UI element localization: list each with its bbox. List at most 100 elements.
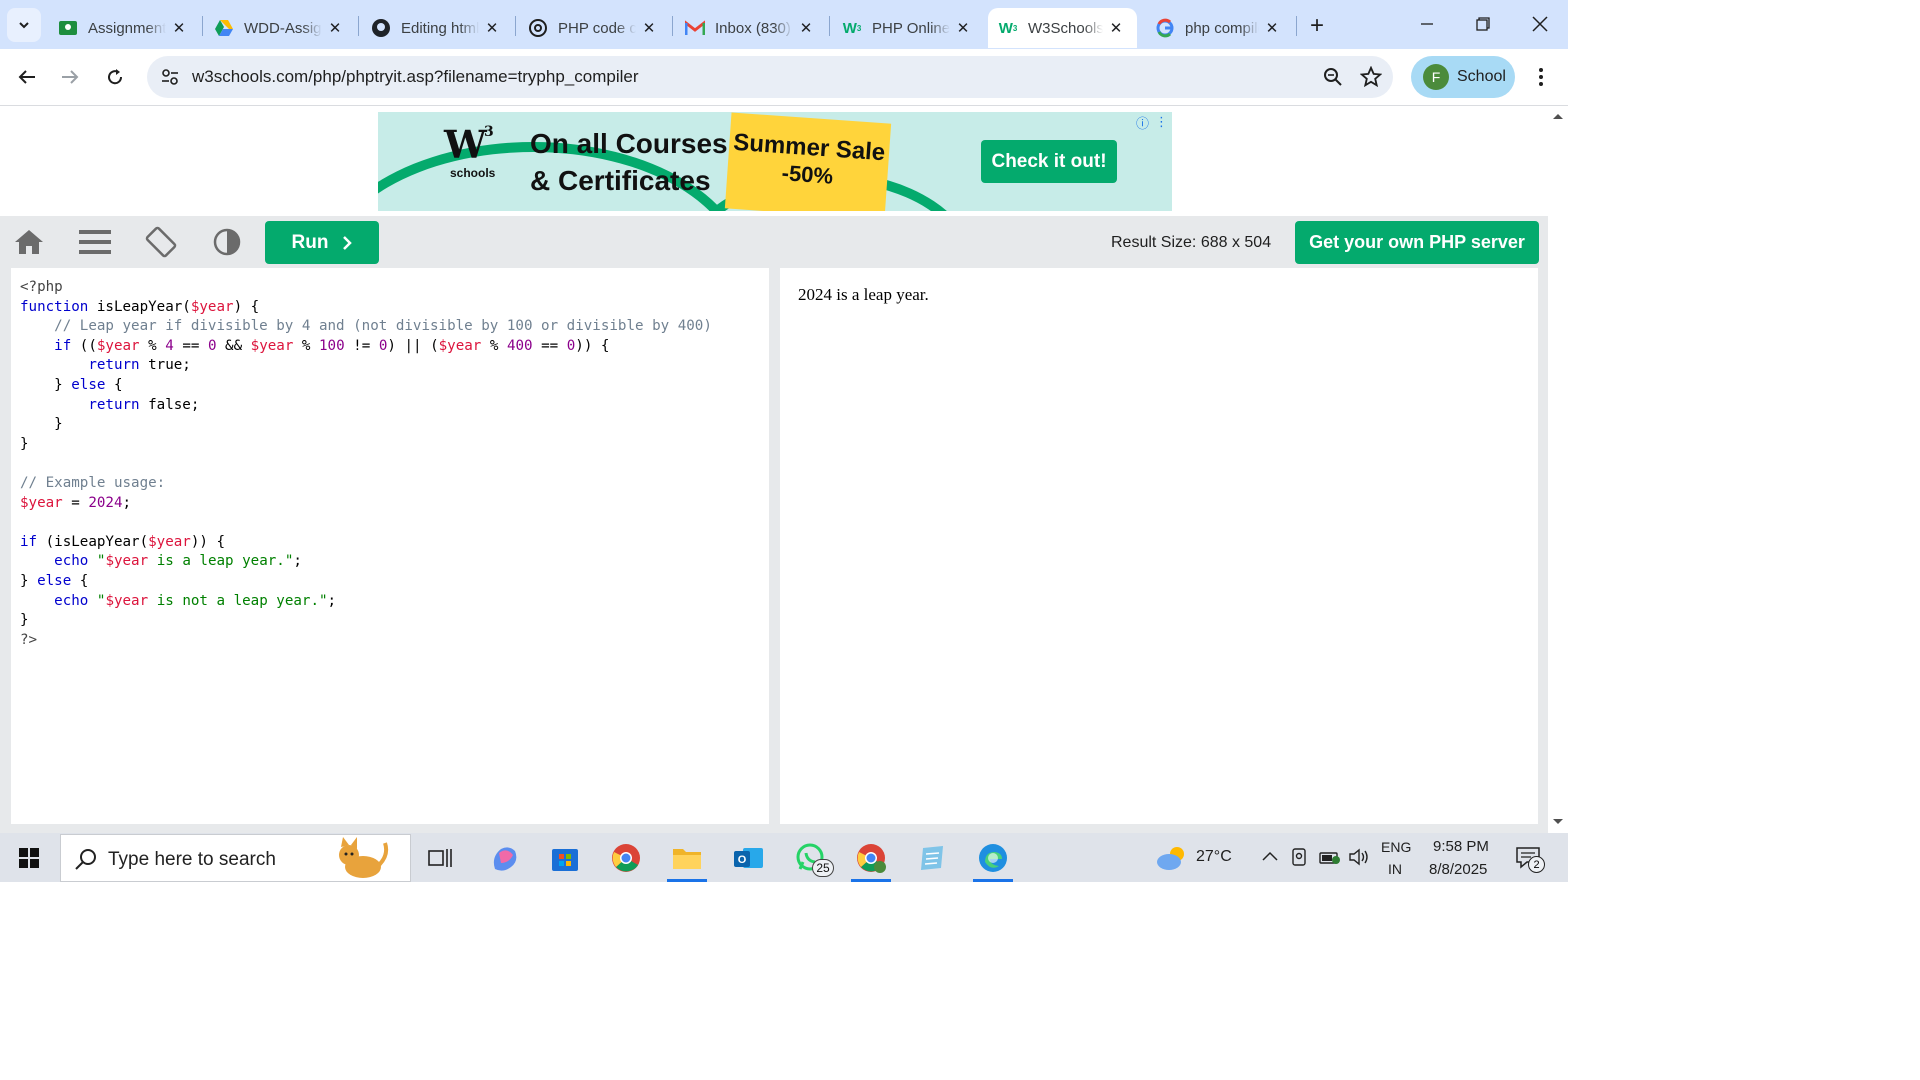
code-editor[interactable]: <?php function isLeapYear($year) { // Lea… — [11, 268, 769, 824]
notepad-button[interactable] — [912, 838, 952, 878]
code-line[interactable]: if (($year % 4 == 0 && $year % 100 != 0)… — [20, 337, 712, 357]
code-line[interactable]: // Leap year if divisible by 4 and (not … — [20, 317, 712, 337]
code-line[interactable]: return true; — [20, 356, 712, 376]
whatsapp-button[interactable]: 25 — [790, 838, 834, 878]
browser-tab-2[interactable]: Editing html ✕ — [361, 8, 513, 48]
code-line[interactable]: return false; — [20, 396, 712, 416]
close-window-button[interactable] — [1512, 8, 1568, 40]
minimize-button[interactable] — [1399, 8, 1455, 40]
chevron-up-icon[interactable] — [1262, 851, 1278, 861]
ad-choices[interactable]: ⓘ ⋮ — [1136, 113, 1170, 132]
close-icon[interactable]: ✕ — [483, 19, 501, 37]
close-icon[interactable]: ✕ — [797, 19, 815, 37]
profile-button[interactable]: F School — [1411, 56, 1515, 98]
scroll-up-icon[interactable] — [1552, 112, 1564, 120]
task-view-button[interactable] — [420, 838, 460, 878]
weather-cloud-icon[interactable] — [1155, 845, 1189, 871]
code-line[interactable] — [20, 513, 712, 533]
address-bar[interactable]: w3schools.com/php/phptryit.asp?filename=… — [147, 56, 1393, 98]
code-text[interactable]: <?php function isLeapYear($year) { // Lea… — [20, 278, 712, 650]
browser-tab-6[interactable]: W3 W3Schools ✕ — [988, 8, 1137, 48]
ad-cta-button[interactable]: Check it out! — [981, 140, 1117, 183]
run-button[interactable]: Run — [265, 221, 379, 264]
chrome-taskbar-button[interactable] — [606, 838, 646, 878]
ad-menu-icon[interactable]: ⋮ — [1155, 114, 1168, 130]
close-icon[interactable]: ✕ — [1263, 19, 1281, 37]
code-token: <?php — [20, 279, 63, 295]
taskbar-search[interactable]: Type here to search — [60, 834, 411, 882]
code-line[interactable]: if (isLeapYear($year)) { — [20, 533, 712, 553]
battery-icon[interactable] — [1319, 849, 1341, 865]
browser-tab-1[interactable]: WDD-Assignment ✕ — [204, 8, 356, 48]
tab-title: Editing html — [401, 19, 479, 37]
code-line[interactable]: echo "$year is not a leap year."; — [20, 592, 712, 612]
bookmark-star-icon[interactable] — [1360, 66, 1382, 88]
code-line[interactable] — [20, 454, 712, 474]
code-token: 4 — [165, 337, 174, 354]
tab-search-button[interactable] — [7, 8, 41, 42]
close-icon[interactable]: ✕ — [326, 19, 344, 37]
clock-time[interactable]: 9:58 PM — [1433, 838, 1489, 855]
code-line[interactable]: ?> — [20, 631, 712, 651]
edge-button[interactable] — [973, 838, 1013, 882]
zoom-icon[interactable] — [1323, 67, 1343, 87]
meet-now-icon[interactable] — [1291, 847, 1309, 867]
site-info-icon[interactable] — [161, 68, 179, 86]
orientation-button[interactable] — [143, 224, 179, 260]
close-icon[interactable]: ✕ — [640, 19, 658, 37]
page-scrollbar[interactable] — [1548, 106, 1568, 833]
code-token: // Leap year if divisible by 4 and (not … — [54, 318, 712, 335]
region-indicator[interactable]: IN — [1388, 861, 1402, 877]
new-tab-button[interactable]: + — [1303, 12, 1331, 40]
code-line[interactable]: function isLeapYear($year) { — [20, 298, 712, 318]
back-button[interactable] — [11, 61, 43, 93]
start-button[interactable] — [9, 838, 49, 878]
code-token: return — [88, 357, 140, 374]
code-line[interactable]: } — [20, 611, 712, 631]
chrome-profile-button[interactable] — [851, 838, 891, 882]
language-indicator[interactable]: ENG — [1381, 839, 1411, 855]
clock-date[interactable]: 8/8/2025 — [1429, 861, 1487, 878]
code-line[interactable]: echo "$year is a leap year."; — [20, 552, 712, 572]
outlook-button[interactable]: O — [729, 838, 769, 878]
get-php-server-button[interactable]: Get your own PHP server — [1295, 221, 1539, 264]
close-icon[interactable]: ✕ — [1107, 19, 1125, 37]
file-explorer-button[interactable] — [667, 838, 707, 882]
url-text[interactable]: w3schools.com/php/phptryit.asp?filename=… — [192, 67, 638, 87]
browser-menu-button[interactable] — [1525, 61, 1557, 93]
forward-button[interactable] — [54, 61, 86, 93]
close-icon[interactable]: ✕ — [954, 19, 972, 37]
volume-icon[interactable] — [1348, 848, 1370, 866]
restore-button[interactable] — [1455, 8, 1511, 40]
microsoft-store-button[interactable] — [545, 838, 585, 878]
browser-tab-4[interactable]: Inbox (830) ✕ — [675, 8, 827, 48]
browser-tab-3[interactable]: PHP code compiler ✕ — [518, 8, 670, 48]
browser-tab-5[interactable]: W3 PHP Online Compiler ✕ — [832, 8, 984, 48]
close-icon[interactable]: ✕ — [170, 19, 188, 37]
code-line[interactable]: } else { — [20, 572, 712, 592]
reload-button[interactable] — [99, 61, 131, 93]
notification-center-button[interactable]: 2 — [1508, 838, 1548, 878]
theme-toggle-button[interactable] — [209, 224, 245, 260]
home-button[interactable] — [11, 224, 47, 260]
ad-banner[interactable]: W 3 schools On all Courses & Certificate… — [378, 112, 1172, 211]
menu-button[interactable] — [77, 224, 113, 260]
copilot-icon — [493, 847, 517, 871]
scroll-down-icon[interactable] — [1552, 818, 1564, 826]
info-icon[interactable]: ⓘ — [1136, 113, 1149, 132]
weather-temperature[interactable]: 27°C — [1196, 848, 1232, 866]
code-token: ; — [327, 592, 337, 609]
browser-tab-0[interactable]: Assignment ✕ — [48, 8, 200, 48]
store-icon — [552, 849, 578, 871]
code-line[interactable]: } — [20, 415, 712, 435]
code-line[interactable]: // Example usage: — [20, 474, 712, 494]
code-line[interactable]: $year = 2024; — [20, 494, 712, 514]
browser-tab-7[interactable]: php compiler ✕ — [1145, 8, 1293, 48]
code-line[interactable]: } else { — [20, 376, 712, 396]
code-line[interactable]: <?php — [20, 278, 712, 298]
code-line[interactable]: } — [20, 435, 712, 455]
copilot-button[interactable] — [484, 838, 524, 878]
